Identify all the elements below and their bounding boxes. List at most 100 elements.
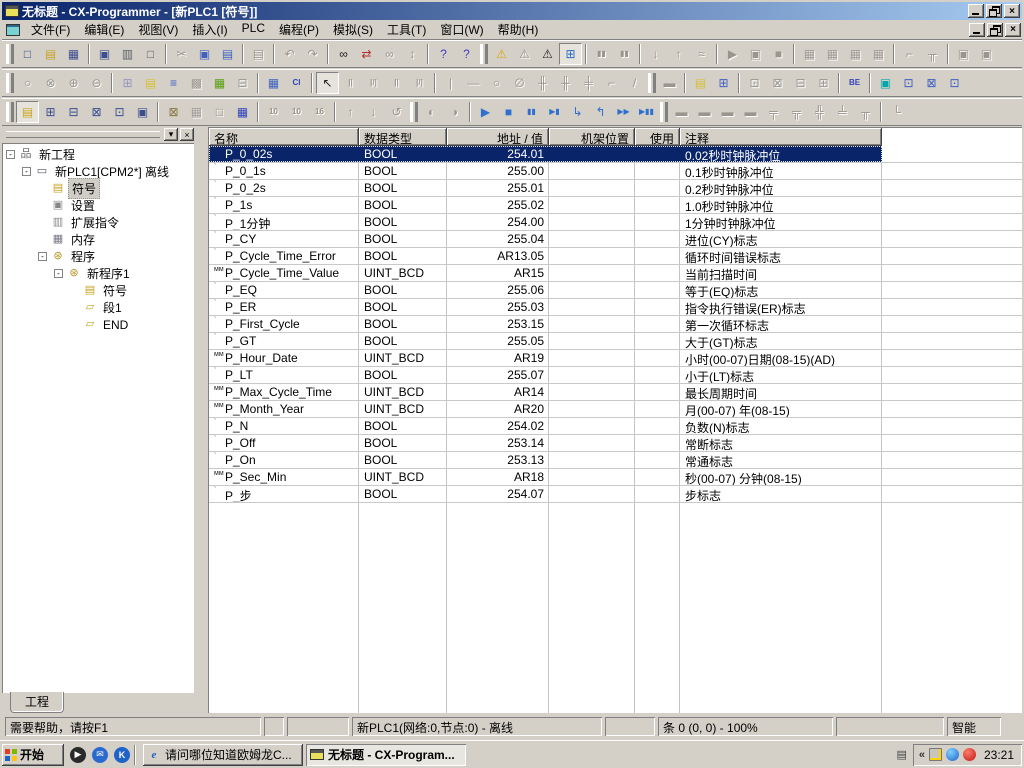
- pane-menu-button[interactable]: ▾: [164, 128, 178, 141]
- new-plf-contact-button[interactable]: ╫: [554, 72, 577, 94]
- set-mark-button[interactable]: ▬: [716, 101, 739, 123]
- trace-marks-button[interactable]: ╬: [808, 101, 831, 123]
- new-closed-contact-button[interactable]: |/|: [362, 72, 385, 94]
- monitor-window-button[interactable]: ▩: [185, 72, 208, 94]
- print-preview-button[interactable]: □: [139, 43, 162, 65]
- symbol-row-P_GT[interactable]: `P_GTBOOL255.05大于(GT)标志: [209, 333, 1022, 350]
- pane-splitter[interactable]: [196, 127, 208, 713]
- tray-chevron-icon[interactable]: «: [919, 749, 925, 761]
- validate-symbols-button[interactable]: ⚠: [490, 43, 513, 65]
- start-button[interactable]: 开始: [2, 744, 64, 766]
- pause-trigger-button[interactable]: ▮▮: [613, 43, 636, 65]
- cross-reference-button[interactable]: ⊠: [162, 101, 185, 123]
- tree-item-programs[interactable]: -⊛程序: [4, 248, 194, 265]
- new-contact-button[interactable]: ||: [339, 72, 362, 94]
- symbol-stack-button[interactable]: ▤: [689, 72, 712, 94]
- symbol-row-P_EQ[interactable]: `P_EQBOOL255.06等于(EQ)标志: [209, 282, 1022, 299]
- redo-button[interactable]: ↷: [301, 43, 324, 65]
- help-button[interactable]: ?: [432, 43, 455, 65]
- sim-step-in-button[interactable]: ↳: [566, 101, 589, 123]
- close-button[interactable]: ×: [1004, 4, 1020, 18]
- pause-monitor-button[interactable]: ▮▮: [590, 43, 613, 65]
- run-mode-button[interactable]: ▶: [721, 43, 744, 65]
- differential-monitor-button[interactable]: ╤: [762, 101, 785, 123]
- save-button[interactable]: ▦: [62, 43, 85, 65]
- task-button-cx-programmer[interactable]: 无标题 - CX-Program...: [306, 744, 466, 766]
- menu-item-2[interactable]: 编辑(E): [77, 19, 131, 40]
- toolbar-drag-handle[interactable]: [660, 102, 667, 122]
- tree-item-section1[interactable]: ▱段1: [4, 299, 194, 316]
- show-xref-window-button[interactable]: ⊠: [85, 101, 108, 123]
- delete-comment-button[interactable]: ⊠: [766, 72, 789, 94]
- toolbar-drag-handle[interactable]: [480, 44, 487, 64]
- tree-item-settings[interactable]: ▣设置: [4, 197, 194, 214]
- symbol-row-P_0_2s[interactable]: `P_0_2sBOOL255.010.2秒时钟脉冲位: [209, 180, 1022, 197]
- paste-button[interactable]: ▤: [216, 43, 239, 65]
- network-status-icon[interactable]: [929, 748, 942, 761]
- new-pls-contact-button[interactable]: ╫: [531, 72, 554, 94]
- sim-step-run-button[interactable]: ▶▮: [543, 101, 566, 123]
- clear-break-points-button[interactable]: ▬: [693, 101, 716, 123]
- monitor-data-button[interactable]: ▦: [185, 101, 208, 123]
- transfer-to-plc-button[interactable]: ↓: [644, 43, 667, 65]
- sim-continuous-step-button[interactable]: ▶▶: [612, 101, 635, 123]
- search-warning-button[interactable]: ⚠: [536, 43, 559, 65]
- new-closed-coil-button[interactable]: ∅: [508, 72, 531, 94]
- menu-item-9[interactable]: 窗口(W): [433, 19, 490, 40]
- clear-marks-button[interactable]: ▬: [739, 101, 762, 123]
- monitor-hex-button[interactable]: 16: [308, 101, 331, 123]
- symbol-row-P_Cycle_Time_Value[interactable]: ммP_Cycle_Time_ValueUINT_BCDAR15当前扫描时间: [209, 265, 1022, 282]
- show-output-window-button[interactable]: ⊞: [39, 101, 62, 123]
- toolbar-drag-handle[interactable]: [6, 102, 13, 122]
- find-symbol-button[interactable]: ∞: [378, 43, 401, 65]
- column-header-6[interactable]: 注释: [680, 128, 882, 146]
- sim-step-out-button[interactable]: ↰: [589, 101, 612, 123]
- window-coils-button[interactable]: ⊠: [920, 72, 943, 94]
- menu-item-4[interactable]: 插入(I): [185, 19, 234, 40]
- input-method-icon[interactable]: ▤: [896, 748, 906, 761]
- cut-button[interactable]: ✂: [170, 43, 193, 65]
- pane-close-button[interactable]: ×: [180, 128, 194, 141]
- symbol-row-P_ER[interactable]: `P_ERBOOL255.03指令执行错误(ER)标志: [209, 299, 1022, 316]
- menu-item-8[interactable]: 工具(T): [380, 19, 433, 40]
- column-header-1[interactable]: 名称: [209, 128, 359, 146]
- new-file-button[interactable]: □: [16, 43, 39, 65]
- tree-item-memory[interactable]: ▦内存: [4, 231, 194, 248]
- symbol-row-P_Hour_Date[interactable]: ммP_Hour_DateUINT_BCDAR19小时(00-07)日期(08-…: [209, 350, 1022, 367]
- delete-branch-button[interactable]: /: [623, 72, 646, 94]
- vertical-line-button[interactable]: |: [439, 72, 462, 94]
- transfer-from-plc-button[interactable]: ↑: [667, 43, 690, 65]
- find-button[interactable]: ∞: [332, 43, 355, 65]
- select-mode-button[interactable]: ↖: [316, 72, 339, 94]
- show-grid-button[interactable]: ⊞: [116, 72, 139, 94]
- paste-special-button[interactable]: ▤: [247, 43, 270, 65]
- monitor-warning-button[interactable]: ⊞: [559, 43, 582, 65]
- binary-monitor-button[interactable]: ▦: [231, 101, 254, 123]
- symbol-row-P_0_02s[interactable]: `P_0_02sBOOL254.010.02秒时钟脉冲位: [209, 146, 1022, 163]
- zoom-in-button[interactable]: ⊕: [62, 72, 85, 94]
- data-trace-button[interactable]: □: [208, 101, 231, 123]
- io-table-button[interactable]: ▣: [952, 43, 975, 65]
- symbol-row-P_0_1s[interactable]: `P_0_1sBOOL255.000.1秒时钟脉冲位: [209, 163, 1022, 180]
- time-chart-button[interactable]: ╥: [921, 43, 944, 65]
- symbol-row-P_On[interactable]: `P_OnBOOL253.13常通标志: [209, 452, 1022, 469]
- tree-item-new-program[interactable]: -⊛新程序1: [4, 265, 194, 282]
- ci-button[interactable]: CI: [285, 72, 308, 94]
- column-header-4[interactable]: 机架位置: [549, 128, 635, 146]
- monitor-signed-decimal-button[interactable]: 10: [285, 101, 308, 123]
- tree-collapse-toggle[interactable]: -: [54, 269, 63, 278]
- tab-project[interactable]: 工程: [10, 692, 64, 713]
- program-mode-button[interactable]: ■: [767, 43, 790, 65]
- monitor-decimal-button[interactable]: 10: [262, 101, 285, 123]
- menu-item-1[interactable]: 文件(F): [24, 19, 77, 40]
- tree-collapse-toggle[interactable]: -: [38, 252, 47, 261]
- tree-item-program-symbols[interactable]: ▤符号: [4, 282, 194, 299]
- column-header-3[interactable]: 地址 / 值: [447, 128, 549, 146]
- menu-item-5[interactable]: PLC: [235, 19, 272, 40]
- step-trace-button[interactable]: ⌐: [898, 43, 921, 65]
- mdi-child-icon[interactable]: [6, 24, 20, 36]
- show-rung-comment-button[interactable]: ▦: [208, 72, 231, 94]
- branch-corner-button[interactable]: └: [885, 101, 908, 123]
- k-app-icon[interactable]: K: [114, 747, 130, 763]
- block-edit-button[interactable]: BE: [843, 72, 866, 94]
